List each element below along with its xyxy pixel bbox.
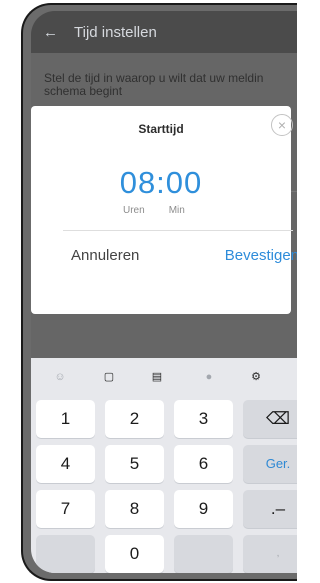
- key-5[interactable]: 5: [105, 445, 164, 483]
- backspace-key[interactable]: ⌫: [243, 400, 297, 438]
- time-labels: Uren Min: [123, 205, 185, 216]
- start-time-dialog: Starttijd × 08:00 Uren Min Annuleren Bev…: [31, 106, 297, 314]
- clipboard-icon[interactable]: ▢: [100, 368, 118, 386]
- dialog-divider: [63, 230, 293, 231]
- close-icon[interactable]: ×: [271, 114, 293, 136]
- keyboard-toolbar: ☺ ▢ ▤ ● ⚙: [31, 358, 297, 396]
- description-line-2: schema begint: [44, 84, 123, 98]
- minutes-label: Min: [168, 205, 185, 216]
- content-area: Stel de tijd in waarop u wilt dat uw mel…: [31, 53, 297, 358]
- key-4[interactable]: 4: [36, 445, 95, 483]
- key-0[interactable]: 0: [105, 535, 164, 573]
- key-6[interactable]: 6: [174, 445, 233, 483]
- empty-key-right: [174, 535, 233, 573]
- comma-key[interactable]: ,: [243, 535, 297, 573]
- settings-icon[interactable]: ⚙: [247, 368, 265, 386]
- microphone-icon[interactable]: ●: [200, 368, 218, 386]
- dialog-title: Starttijd: [138, 122, 184, 136]
- text-edit-icon[interactable]: ▤: [148, 368, 166, 386]
- emoji-icon[interactable]: ☺: [51, 368, 69, 386]
- punctuation-key[interactable]: .–: [243, 490, 297, 528]
- key-1[interactable]: 1: [36, 400, 95, 438]
- done-key[interactable]: Ger.: [243, 445, 297, 483]
- key-3[interactable]: 3: [174, 400, 233, 438]
- time-display[interactable]: 08:00: [31, 165, 291, 201]
- page-title: Tijd instellen: [74, 23, 157, 41]
- hours-label: Uren: [123, 205, 145, 216]
- key-8[interactable]: 8: [105, 490, 164, 528]
- description-text: Stel de tijd in waarop u wilt dat uw mel…: [44, 72, 297, 98]
- key-7[interactable]: 7: [36, 490, 95, 528]
- cancel-button[interactable]: Annuleren: [71, 247, 139, 264]
- confirm-button[interactable]: Bevestigen: [225, 247, 297, 264]
- app-bar: ← Tijd instellen: [31, 11, 297, 53]
- key-2[interactable]: 2: [105, 400, 164, 438]
- key-9[interactable]: 9: [174, 490, 233, 528]
- screen: ← Tijd instellen Stel de tijd in waarop …: [31, 11, 297, 573]
- numeric-keyboard: 1 2 3 ⌫ 4 5 6 Ger. 7 8 9 .– 0 ,: [31, 396, 297, 573]
- phone-frame: ← Tijd instellen Stel de tijd in waarop …: [21, 3, 297, 581]
- back-arrow-icon[interactable]: ←: [43, 24, 67, 41]
- empty-key-left: [36, 535, 95, 573]
